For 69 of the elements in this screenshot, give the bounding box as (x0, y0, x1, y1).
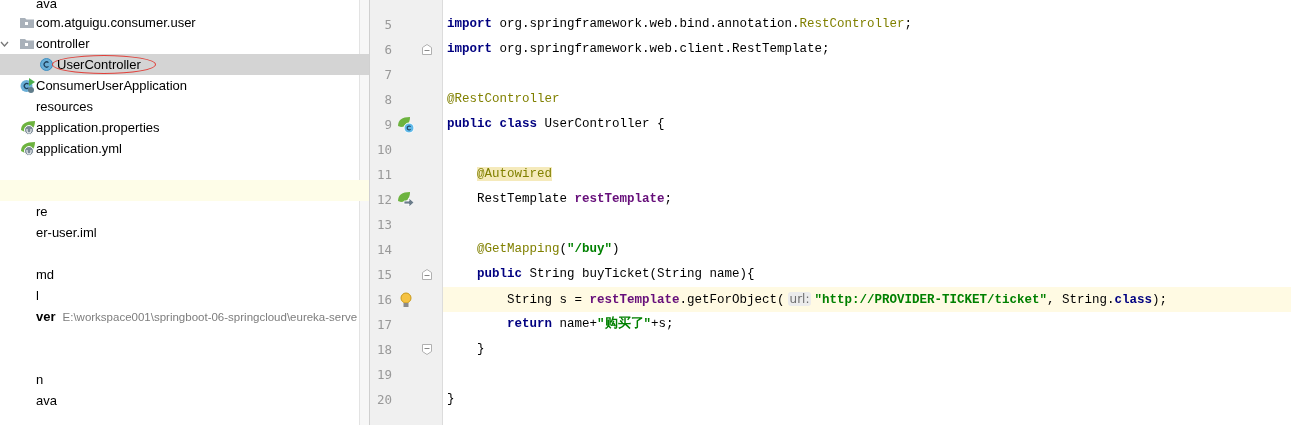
tree-item[interactable]: md (0, 264, 369, 285)
code-line: @RestController (447, 91, 560, 108)
tree-item[interactable]: com.atguigu.consumer.user (0, 12, 369, 33)
line-number: 19 (375, 367, 392, 382)
line-number: 13 (375, 217, 392, 232)
tree-item-label: controller (36, 35, 90, 52)
tree-item[interactable]: application.properties (0, 117, 369, 138)
tree-item[interactable]: controller (0, 33, 369, 54)
line-number: 15 (375, 267, 392, 282)
lightbulb-icon (400, 291, 412, 308)
code-line: import org.springframework.web.client.RestTemplate; (447, 41, 830, 58)
folder-icon (20, 38, 34, 49)
tree-item[interactable]: n (0, 369, 369, 390)
tree-item-label: er-user.iml (36, 224, 97, 241)
tree-item[interactable]: ava (0, 390, 369, 411)
line-number: 20 (375, 392, 392, 407)
code-line: } (477, 341, 485, 358)
code-line: } (447, 391, 455, 408)
tree-item-label: re (36, 203, 48, 220)
module-path: E:\workspace001\springboot-06-springcloud\eureka-serve (62, 309, 358, 325)
line-number: 18 (375, 342, 392, 357)
code-line: public String buyTicket(String name){ (477, 266, 755, 283)
tree-item[interactable]: ava (0, 0, 369, 12)
tree-item[interactable]: resources (0, 96, 369, 117)
line-number: 5 (383, 17, 392, 32)
line-number: 10 (375, 142, 392, 157)
line-number: 14 (375, 242, 392, 257)
tree-item-label: ver (36, 308, 56, 325)
tree-item[interactable]: l (0, 285, 369, 306)
tree-item-label: n (36, 371, 44, 388)
tree-item[interactable]: ver E:\workspace001\springboot-06-springcloud\eureka-serve (0, 306, 369, 327)
code-line: return name+"购买了"+s; (507, 316, 674, 333)
leaf-file-icon (20, 141, 36, 156)
fold-marker-icon (422, 344, 432, 355)
tree-item-label: md (36, 266, 55, 283)
line-number: 9 (383, 117, 392, 132)
tree-item-label: application.yml (36, 140, 122, 157)
tree-item[interactable]: UserController (0, 54, 369, 75)
tree-item[interactable]: re (0, 201, 369, 222)
line-number: 6 (383, 42, 392, 57)
spring-class-icon (20, 78, 35, 93)
leaf-class-icon (397, 115, 415, 134)
code-line: RestTemplate restTemplate; (477, 191, 673, 208)
class-icon (40, 58, 53, 71)
tree-item-label: application.properties (36, 119, 160, 136)
tree-item-label: ava (36, 392, 57, 409)
line-number: 12 (375, 192, 392, 207)
code-line: public class UserController { (447, 116, 665, 133)
fold-marker-icon (422, 44, 432, 55)
line-number: 7 (383, 67, 392, 82)
tree-item-label: resources (36, 98, 94, 115)
line-number: 8 (383, 92, 392, 107)
code-line: import org.springframework.web.bind.annotation.RestController; (447, 16, 913, 33)
tree-item-label: ConsumerUserApplication (36, 77, 187, 94)
line-number: 17 (375, 317, 392, 332)
line-number: 16 (375, 292, 392, 307)
folder-icon (20, 17, 34, 28)
fold-marker-icon (422, 269, 432, 280)
line-number: 11 (375, 167, 392, 182)
code-line: @GetMapping("/buy") (477, 241, 620, 258)
leaf-arrow-icon (397, 190, 415, 209)
tree-item-label: ava (36, 0, 57, 12)
tree-item-label: com.atguigu.consumer.user (36, 14, 196, 31)
tree-item[interactable]: er-user.iml (0, 222, 369, 243)
tree-item[interactable]: application.yml (0, 138, 369, 159)
tree-item[interactable]: ConsumerUserApplication (0, 75, 369, 96)
tree-item-label: l (36, 287, 39, 304)
leaf-file-icon (20, 120, 36, 135)
code-line: String s = restTemplate.getForObject( url: "http://PROVIDER-TICKET/ticket", String.class); (507, 290, 1168, 309)
